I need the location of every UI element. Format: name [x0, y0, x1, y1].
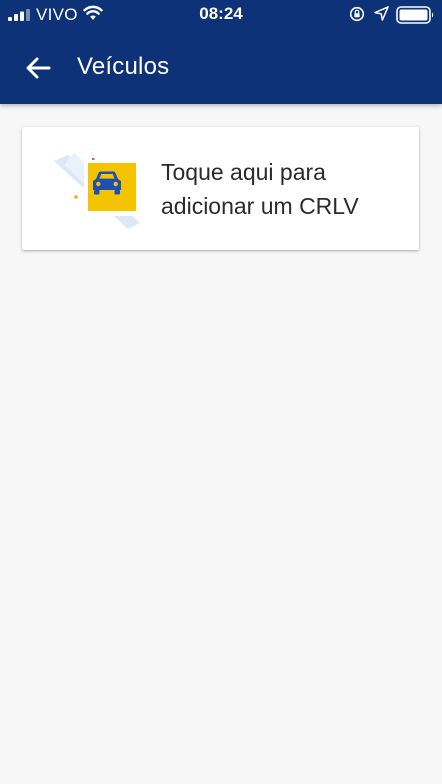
add-crlv-label-line1: Toque aqui para: [161, 159, 326, 185]
location-arrow-icon: [374, 6, 389, 21]
add-crlv-label: Toque aqui para adicionar um CRLV: [161, 155, 406, 223]
arrow-left-icon: [26, 57, 51, 79]
app-header: VIVO 08:24 Veículos: [0, 0, 442, 104]
status-bar: VIVO 08:24: [0, 0, 442, 30]
add-crlv-card[interactable]: Toque aqui para adicionar um CRLV: [22, 127, 419, 250]
rotation-lock-icon: [349, 6, 365, 22]
back-button[interactable]: [20, 50, 56, 86]
car-document-icon: [54, 153, 140, 229]
battery-icon: [396, 6, 434, 24]
add-crlv-label-line2: adicionar um CRLV: [161, 193, 359, 219]
page-title: Veículos: [77, 53, 170, 80]
